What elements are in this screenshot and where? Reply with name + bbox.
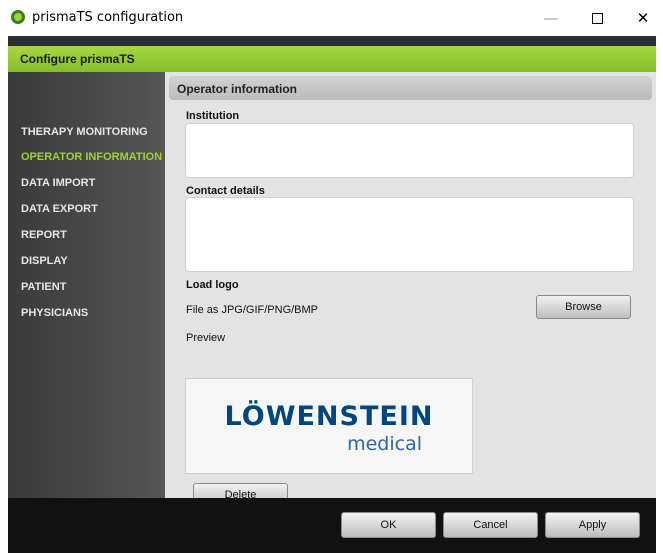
ok-button[interactable]: OK	[341, 512, 436, 538]
sidebar: THERAPY MONITORING OPERATOR INFORMATION …	[8, 72, 165, 498]
maximize-icon	[591, 13, 603, 24]
sidebar-item-patient[interactable]: PATIENT	[21, 281, 66, 293]
section-title: Operator information	[177, 82, 298, 96]
logo-text-sub: medical	[347, 433, 422, 455]
sidebar-item-physicians[interactable]: PHYSICIANS	[21, 307, 88, 319]
browse-button[interactable]: Browse	[536, 295, 631, 319]
logo-preview: LÖWENSTEIN medical	[185, 378, 473, 474]
footer-bar: OK Cancel Apply	[8, 498, 656, 553]
app-frame: Configure prismaTS THERAPY MONITORING OP…	[8, 36, 656, 553]
apply-button[interactable]: Apply	[545, 512, 640, 538]
section-header: Operator information	[169, 76, 652, 100]
maximize-button[interactable]	[574, 0, 620, 36]
sidebar-item-display[interactable]: DISPLAY	[21, 255, 68, 267]
close-button[interactable]: ✕	[620, 0, 663, 36]
cancel-button[interactable]: Cancel	[443, 512, 538, 538]
sidebar-item-data-export[interactable]: DATA EXPORT	[21, 203, 98, 215]
prisma-app-icon	[11, 10, 25, 24]
contact-details-field[interactable]	[185, 197, 634, 272]
load-logo-label: Load logo	[186, 279, 239, 291]
sidebar-item-operator-information[interactable]: OPERATOR INFORMATION	[21, 151, 162, 163]
institution-label: Institution	[186, 110, 240, 122]
sidebar-item-data-import[interactable]: DATA IMPORT	[21, 177, 95, 189]
sidebar-item-therapy-monitoring[interactable]: THERAPY MONITORING	[21, 126, 148, 138]
file-format-hint: File as JPG/GIF/PNG/BMP	[186, 304, 319, 316]
contact-details-label: Contact details	[186, 185, 265, 197]
logo-text-main: LÖWENSTEIN	[224, 401, 434, 432]
config-header-title: Configure prismaTS	[20, 52, 135, 66]
config-header: Configure prismaTS	[8, 46, 656, 72]
operator-information-panel: Operator information Institution Contact…	[165, 72, 656, 507]
preview-label: Preview	[186, 332, 226, 344]
sidebar-item-report[interactable]: REPORT	[21, 229, 67, 241]
minimize-button[interactable]: —	[528, 0, 574, 36]
institution-field[interactable]	[185, 123, 634, 178]
window-title: prismaTS configuration	[32, 10, 184, 25]
window-titlebar: prismaTS configuration — ✕	[0, 0, 663, 36]
